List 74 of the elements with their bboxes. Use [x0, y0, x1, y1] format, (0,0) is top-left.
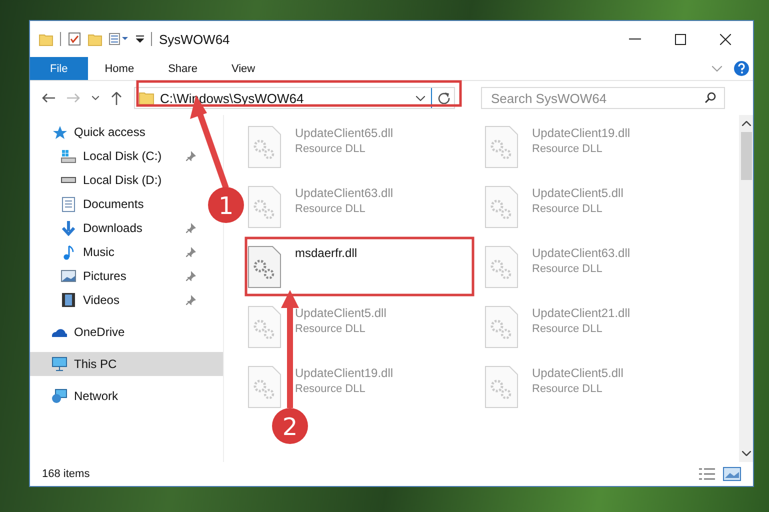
- folder-icon: [39, 32, 53, 46]
- maximize-icon[interactable]: [675, 34, 686, 44]
- gear-file-icon: [248, 366, 281, 408]
- recent-caret-icon[interactable]: [92, 96, 99, 100]
- gear-file-icon: [248, 186, 281, 228]
- ribbon-tab[interactable]: View: [214, 57, 272, 80]
- sidebar-item[interactable]: Network: [30, 384, 198, 408]
- music-note-icon: [63, 244, 74, 260]
- file-name[interactable]: msdaerfr.dll: [295, 246, 358, 260]
- scroll-down-icon[interactable]: [742, 451, 750, 456]
- monitor-icon: [52, 357, 67, 371]
- folder-icon: [88, 32, 102, 46]
- gear-file-icon: [248, 246, 281, 288]
- file-type: Resource DLL: [532, 143, 604, 155]
- drive-icon: [61, 150, 76, 162]
- file-type: Resource DLL: [295, 323, 366, 335]
- gear-file-icon: [485, 366, 518, 408]
- scrollbar[interactable]: [739, 115, 753, 462]
- sidebar-item[interactable]: Pictures: [30, 264, 198, 288]
- scrollbar-thumb[interactable]: [740, 132, 752, 180]
- ribbon-tab[interactable]: Share: [151, 57, 214, 80]
- expand-ribbon-icon[interactable]: [712, 66, 722, 72]
- close-icon[interactable]: [720, 34, 731, 44]
- sidebar-item[interactable]: This PC: [30, 352, 223, 376]
- folder-icon: [139, 91, 154, 105]
- search-field[interactable]: Search SysWOW64: [481, 87, 725, 109]
- large-icons-view-icon[interactable]: [723, 467, 741, 481]
- file-type: Resource DLL: [295, 143, 366, 155]
- sidebar-item[interactable]: Videos: [30, 288, 198, 312]
- ribbon-tab[interactable]: File: [30, 57, 88, 80]
- refresh-icon[interactable]: [438, 92, 450, 104]
- download-arrow-icon: [61, 220, 76, 236]
- dropdown-icon[interactable]: [136, 35, 144, 43]
- film-icon: [62, 293, 75, 307]
- sidebar-item[interactable]: OneDrive: [30, 320, 198, 344]
- help-icon[interactable]: [734, 61, 749, 76]
- scroll-up-icon[interactable]: [742, 121, 750, 126]
- document-icon: [62, 196, 75, 212]
- details-view-icon[interactable]: [699, 468, 715, 480]
- ribbon-tab[interactable]: Home: [88, 57, 152, 80]
- sidebar-item[interactable]: Local Disk (C:): [30, 144, 198, 168]
- checklist-icon: [68, 32, 81, 46]
- sidebar-item[interactable]: Quick access: [30, 120, 198, 144]
- file-type: Resource DLL: [532, 263, 604, 275]
- file-type: Resource DLL: [532, 323, 604, 335]
- file-type: Resource DLL: [295, 383, 366, 395]
- up-arrow-icon[interactable]: [111, 92, 122, 104]
- sidebar-item[interactable]: Documents: [30, 192, 198, 216]
- sidebar-item[interactable]: Local Disk (D:): [30, 168, 198, 192]
- sidebar-item[interactable]: Music: [30, 240, 198, 264]
- step-marker: 1: [208, 187, 244, 223]
- gear-file-icon: [485, 246, 518, 288]
- picture-icon: [61, 270, 76, 282]
- minimize-icon[interactable]: [629, 38, 641, 40]
- item-count: 168 items: [42, 468, 90, 480]
- properties-icon: [109, 33, 129, 45]
- gear-file-icon: [248, 126, 281, 168]
- gear-file-icon: [248, 306, 281, 348]
- drive-icon: [61, 177, 76, 183]
- file-type: Resource DLL: [532, 383, 604, 395]
- cloud-icon: [52, 327, 67, 337]
- dropdown-caret-icon[interactable]: [416, 96, 425, 100]
- search-icon: [705, 92, 716, 103]
- sidebar-item[interactable]: Downloads: [30, 216, 198, 240]
- gear-file-icon: [485, 126, 518, 168]
- window-title: SysWOW64: [159, 32, 230, 46]
- back-arrow-icon[interactable]: [42, 93, 55, 103]
- gear-file-icon: [485, 186, 518, 228]
- gear-file-icon: [485, 306, 518, 348]
- file-type: Resource DLL: [295, 203, 366, 215]
- network-icon: [52, 389, 67, 403]
- star-icon: [52, 126, 66, 138]
- step-marker: 2: [272, 408, 308, 444]
- file-type: Resource DLL: [532, 203, 604, 215]
